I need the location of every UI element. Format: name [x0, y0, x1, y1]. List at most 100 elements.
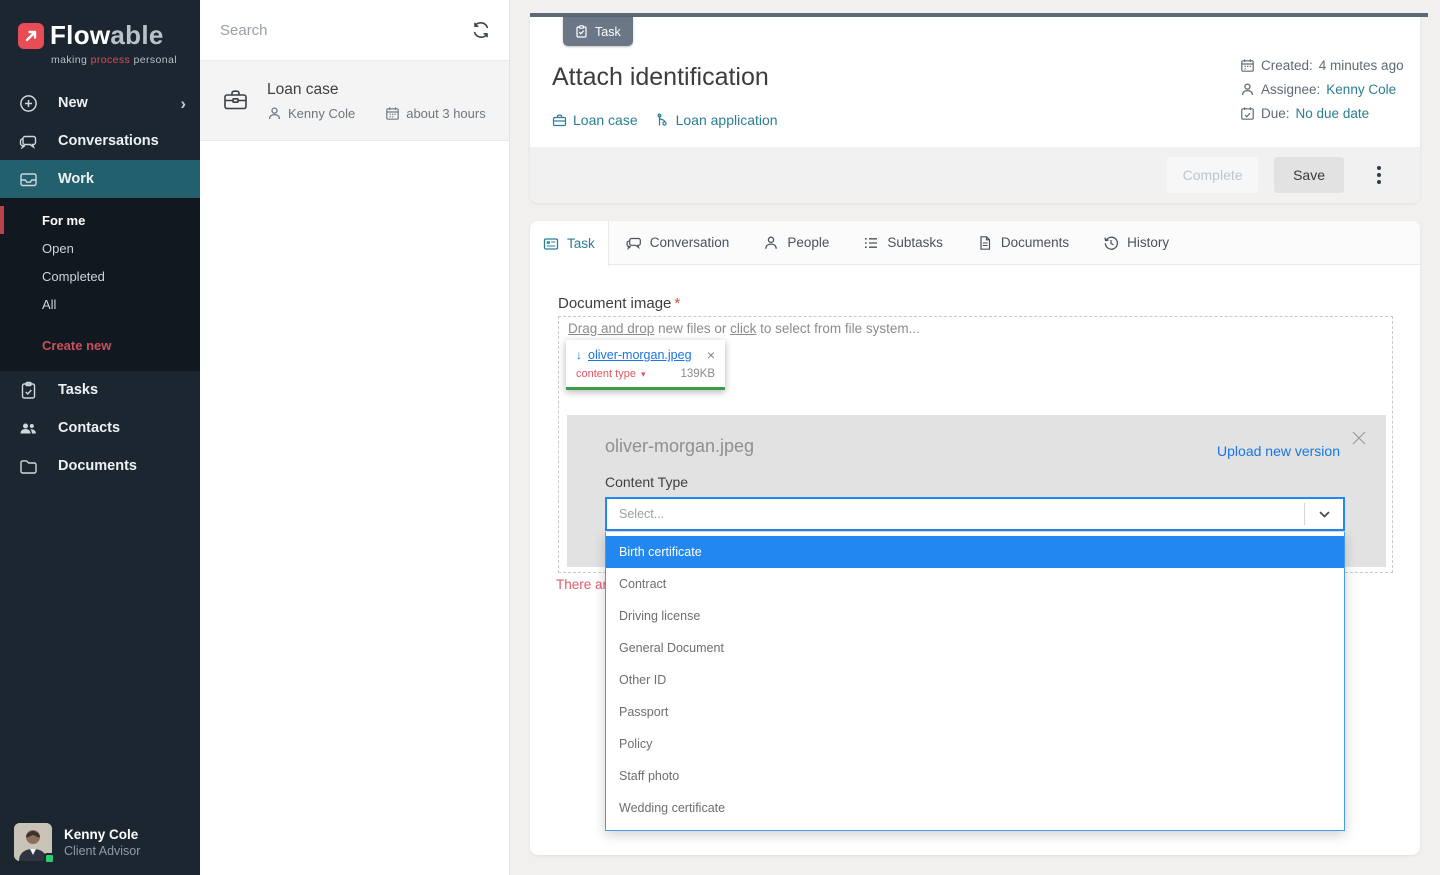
- file-link[interactable]: oliver-morgan.jpeg: [588, 348, 692, 362]
- folder-icon: [19, 457, 38, 476]
- upload-new-version-link[interactable]: Upload new version: [1217, 443, 1340, 459]
- tab-bar: Task Conversation People Subtasks: [530, 221, 1420, 265]
- dropdown-option[interactable]: General Document: [606, 632, 1344, 664]
- sidebar-item-new[interactable]: New ›: [0, 84, 200, 122]
- briefcase-icon: [552, 113, 567, 128]
- chevron-right-icon: ›: [180, 95, 186, 112]
- sidebar-item-label: Work: [58, 171, 94, 187]
- case-age: about 3 hours: [406, 106, 486, 121]
- dropdown-option[interactable]: Policy: [606, 728, 1344, 760]
- tab-task[interactable]: Task: [530, 221, 609, 266]
- download-icon[interactable]: ↓: [576, 349, 582, 361]
- refresh-icon[interactable]: [471, 20, 491, 40]
- plus-circle-icon: [19, 94, 38, 113]
- case-title: Loan case: [267, 81, 486, 99]
- assignee-link[interactable]: Kenny Cole: [1326, 82, 1396, 97]
- close-detail-icon[interactable]: [1350, 429, 1368, 447]
- sidebar-item-label: Conversations: [58, 133, 159, 149]
- complete-button[interactable]: Complete: [1167, 157, 1258, 193]
- submenu-item-all[interactable]: All: [0, 290, 200, 318]
- dropdown-option[interactable]: Birth certificate: [606, 536, 1344, 568]
- person-icon: [763, 235, 779, 251]
- task-type-badge: Task: [563, 17, 633, 46]
- case-list-item[interactable]: Loan case Kenny Cole about 3 hours: [200, 61, 509, 141]
- submenu-item-completed[interactable]: Completed: [0, 262, 200, 290]
- sidebar-item-label: Documents: [58, 458, 137, 474]
- dropdown-option[interactable]: Staff photo: [606, 760, 1344, 792]
- breadcrumb-loan-application[interactable]: Loan application: [655, 112, 778, 128]
- user-name: Kenny Cole: [64, 827, 140, 842]
- sidebar-nav: New › Conversations Work For me Open Com…: [0, 84, 200, 485]
- submenu-create-new[interactable]: Create new: [0, 331, 200, 359]
- tab-people[interactable]: People: [746, 221, 846, 264]
- task-meta: Created: 4 minutes ago Assignee: Kenny C…: [1240, 57, 1404, 121]
- breadcrumb-loan-case[interactable]: Loan case: [552, 112, 638, 128]
- due-date-link[interactable]: No due date: [1296, 106, 1370, 121]
- person-icon: [1240, 82, 1255, 97]
- required-asterisk: *: [674, 295, 680, 312]
- submenu-item-for-me[interactable]: For me: [0, 206, 200, 234]
- file-size: 139KB: [680, 368, 715, 380]
- tab-conversation[interactable]: Conversation: [609, 221, 747, 264]
- content-type-label: Content Type: [605, 474, 688, 490]
- sidebar-item-tasks[interactable]: Tasks: [0, 371, 200, 409]
- caret-down-icon: ▾: [641, 369, 646, 380]
- briefcase-icon: [222, 87, 249, 114]
- submenu-item-open[interactable]: Open: [0, 234, 200, 262]
- current-user[interactable]: Kenny Cole Client Advisor: [0, 817, 200, 875]
- form-icon: [543, 236, 559, 252]
- work-list-panel: Loan case Kenny Cole about 3 hours: [200, 0, 510, 875]
- content-type-select[interactable]: Select...: [605, 497, 1345, 531]
- task-detail-card: Task Conversation People Subtasks: [530, 221, 1420, 855]
- dropdown-option[interactable]: Other ID: [606, 664, 1344, 696]
- save-button[interactable]: Save: [1274, 157, 1344, 193]
- search-bar: [200, 0, 509, 61]
- meta-created: Created: 4 minutes ago: [1240, 57, 1404, 73]
- case-assignee: Kenny Cole: [288, 106, 355, 121]
- flowable-logo: Flowable making process personal: [0, 0, 200, 66]
- content-type-dropdown: Birth certificate Contract Driving licen…: [605, 532, 1345, 831]
- dropdown-option[interactable]: Wedding certificate: [606, 792, 1344, 824]
- meta-assignee: Assignee: Kenny Cole: [1240, 81, 1404, 97]
- breadcrumb: Loan case Loan application: [552, 112, 778, 128]
- flowable-logo-icon: [18, 23, 44, 49]
- sidebar-item-contacts[interactable]: Contacts: [0, 409, 200, 447]
- task-header: Attach identification Loan case Loan app…: [530, 17, 1420, 203]
- calendar-icon: [385, 106, 400, 121]
- dropdown-option[interactable]: Driving license: [606, 600, 1344, 632]
- field-label-document-image: Document image*: [558, 295, 680, 312]
- clipboard-icon: [575, 25, 588, 38]
- conversation-icon: [626, 235, 642, 251]
- sidebar-item-conversations[interactable]: Conversations: [0, 122, 200, 160]
- uploaded-file-chip[interactable]: ↓ oliver-morgan.jpeg × content type ▾ 13…: [566, 340, 725, 390]
- flowable-app: Flowable making process personal New › C…: [0, 0, 1440, 875]
- people-group-icon: [19, 419, 38, 438]
- task-type-bar: [530, 13, 1428, 17]
- sidebar-item-documents[interactable]: Documents: [0, 447, 200, 485]
- document-icon: [977, 235, 993, 251]
- dropdown-option[interactable]: Contract: [606, 568, 1344, 600]
- tab-subtasks[interactable]: Subtasks: [846, 221, 960, 264]
- sidebar-item-work[interactable]: Work: [0, 160, 200, 198]
- calendar-icon: [1240, 58, 1255, 73]
- dropdown-option[interactable]: Passport: [606, 696, 1344, 728]
- clipboard-check-icon: [19, 381, 38, 400]
- tab-documents[interactable]: Documents: [960, 221, 1086, 264]
- brand-wordmark: Flowable: [50, 20, 164, 51]
- person-icon: [267, 106, 282, 121]
- search-input[interactable]: [220, 22, 471, 39]
- detail-filename: oliver-morgan.jpeg: [605, 436, 754, 457]
- meta-due: Due: No due date: [1240, 105, 1404, 121]
- remove-file-icon[interactable]: ×: [707, 348, 715, 362]
- sidebar-item-label: Tasks: [58, 382, 98, 398]
- dropzone-hint: Drag and drop new files or click to sele…: [568, 321, 920, 336]
- select-placeholder: Select...: [607, 507, 1304, 521]
- click-to-select-link[interactable]: click: [730, 321, 756, 336]
- drag-drop-link[interactable]: Drag and drop: [568, 321, 654, 336]
- chevron-down-icon[interactable]: [1305, 508, 1343, 521]
- sidebar-item-label: Contacts: [58, 420, 120, 436]
- process-icon: [655, 113, 670, 128]
- tab-history[interactable]: History: [1086, 221, 1186, 264]
- chip-content-type-label[interactable]: content type: [576, 368, 636, 380]
- more-options-icon[interactable]: [1370, 157, 1388, 193]
